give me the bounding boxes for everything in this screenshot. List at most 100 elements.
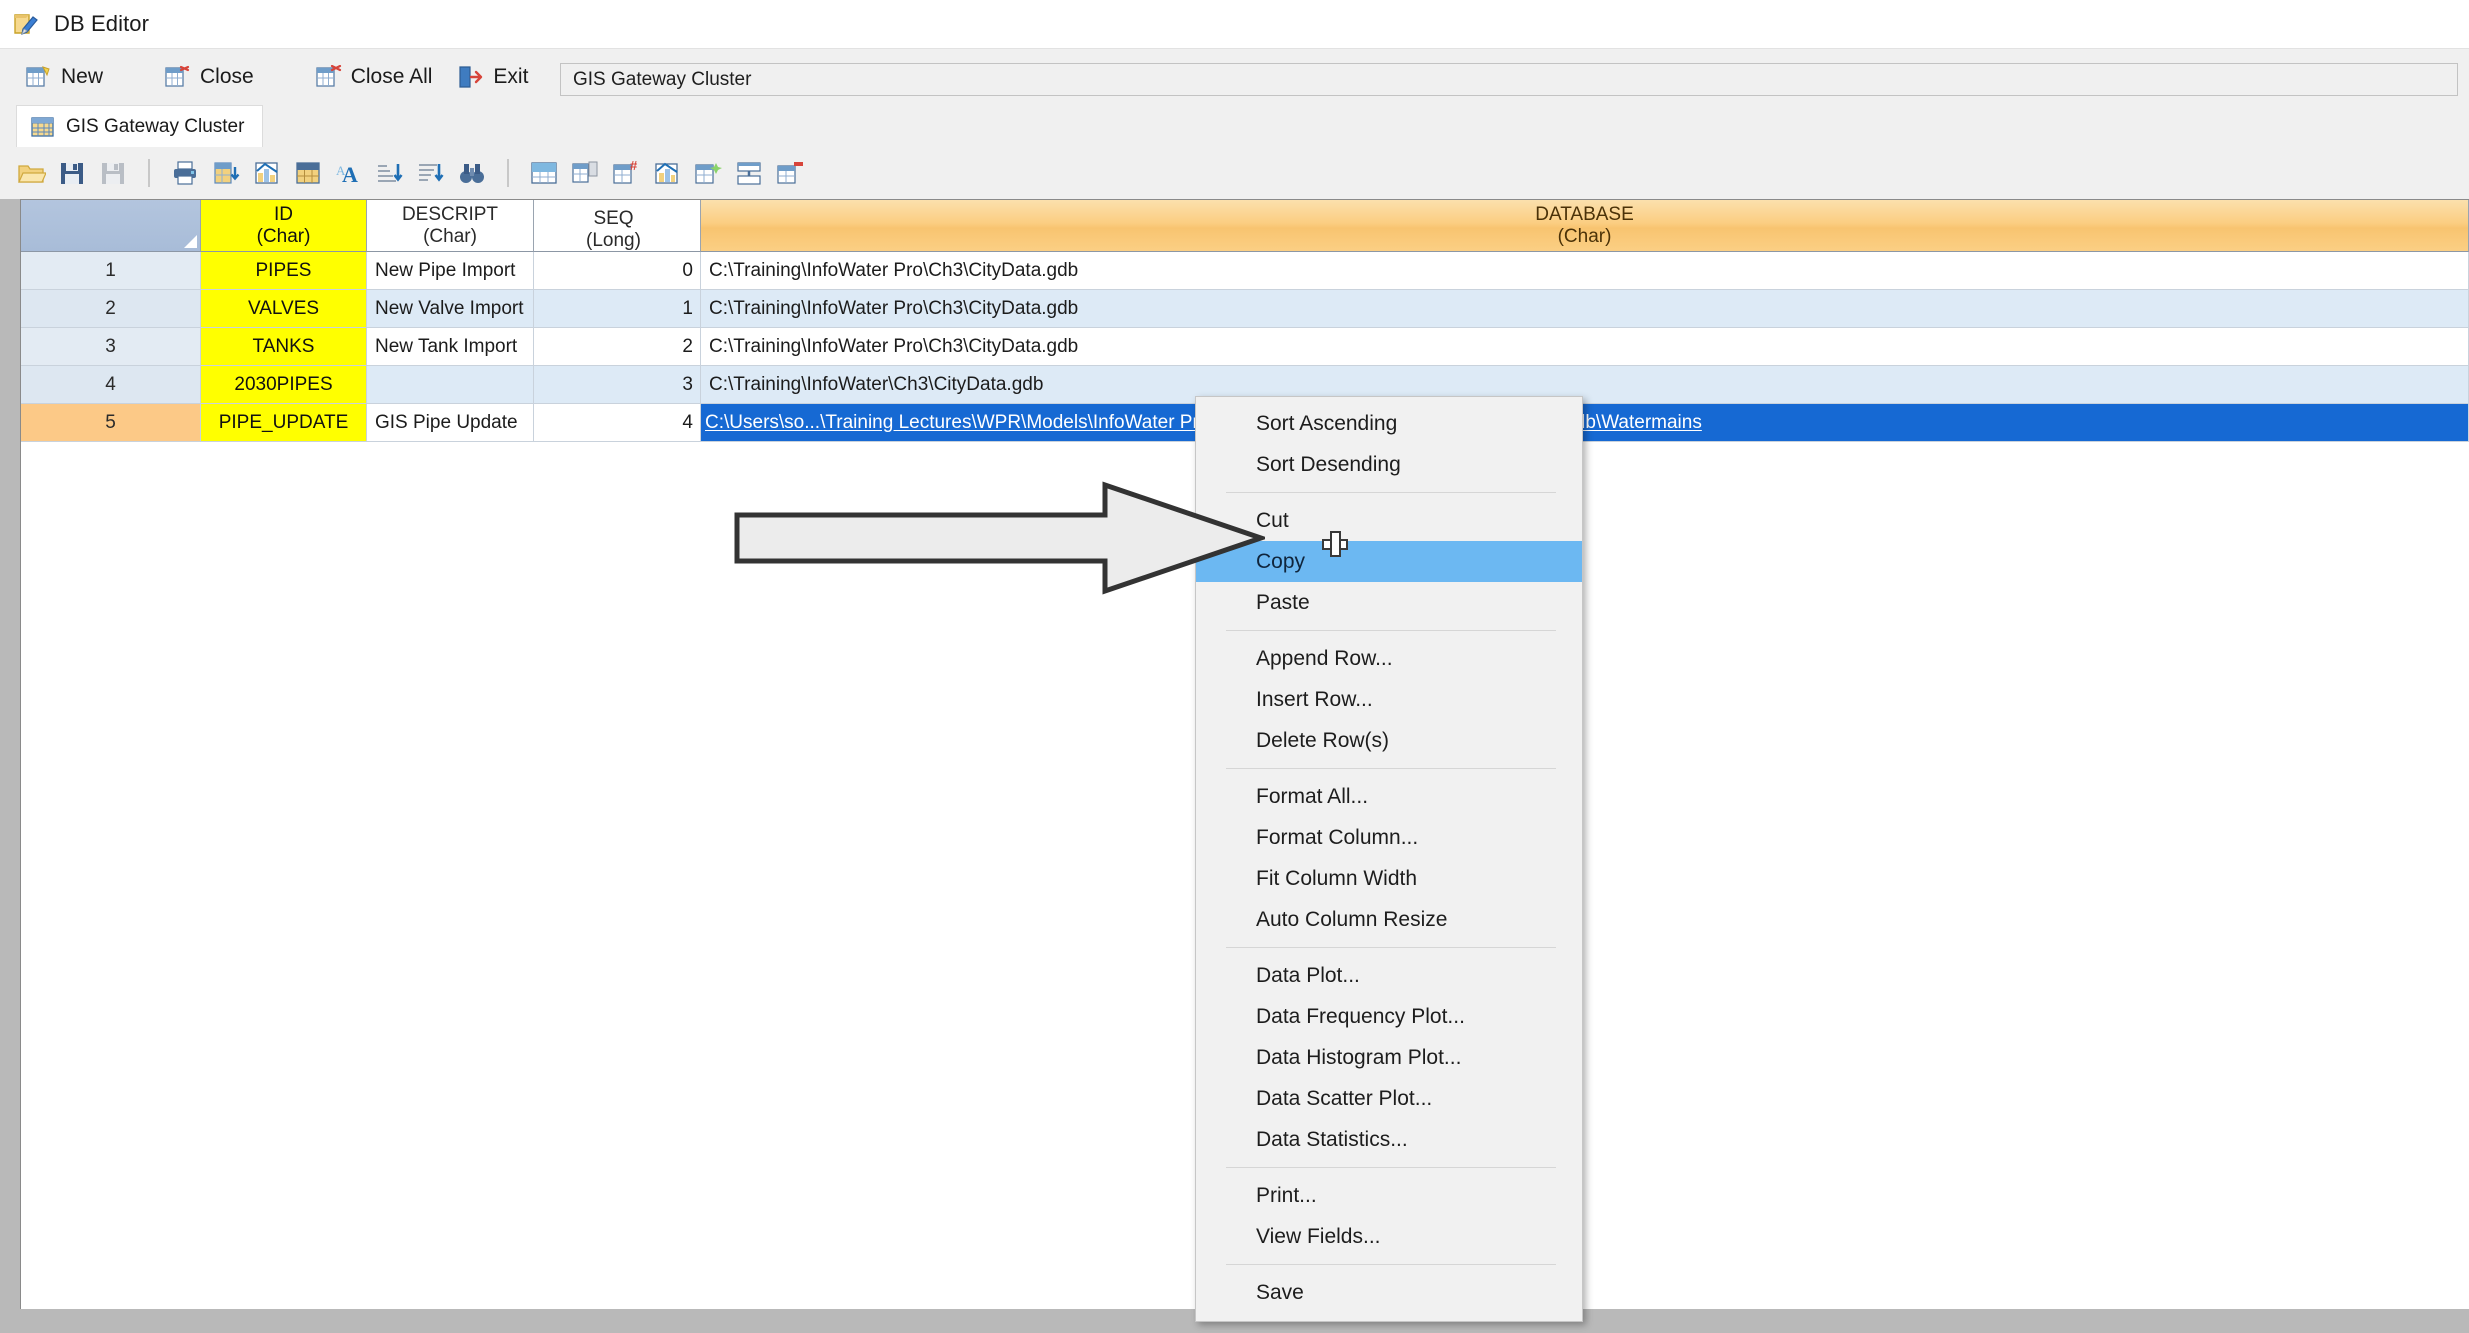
row-index-cell[interactable]: 3	[21, 328, 201, 366]
save-icon[interactable]	[57, 158, 87, 188]
chart-table-icon[interactable]	[652, 158, 682, 188]
tab-gis-gateway-cluster[interactable]: GIS Gateway Cluster	[16, 105, 264, 147]
column-header-id-type: (Char)	[256, 225, 311, 247]
cell-id[interactable]: PIPE_UPDATE	[201, 404, 367, 442]
print-icon[interactable]	[170, 158, 200, 188]
grid-select-all-corner[interactable]	[21, 200, 201, 252]
menu-item-data-statistics[interactable]: Data Statistics...	[1196, 1119, 1582, 1160]
menu-item-insert-row[interactable]: Insert Row...	[1196, 679, 1582, 720]
cell-database[interactable]: C:\Training\InfoWater\Ch3\CityData.gdb	[701, 366, 2469, 404]
row-index-cell[interactable]: 2	[21, 290, 201, 328]
close-all-button[interactable]: Close All	[306, 57, 443, 97]
cell-id[interactable]: VALVES	[201, 290, 367, 328]
close-button-label: Close	[200, 65, 254, 88]
cell-seq[interactable]: 2	[534, 328, 701, 366]
cell-descript[interactable]: GIS Pipe Update	[367, 404, 534, 442]
menu-separator	[1226, 947, 1556, 948]
import-table-icon[interactable]	[211, 158, 241, 188]
menu-item-append-row[interactable]: Append Row...	[1196, 638, 1582, 679]
export-chart-icon[interactable]	[252, 158, 282, 188]
exit-button-label: Exit	[493, 65, 529, 88]
grid-header-row: ID (Char) DESCRIPT (Char) SEQ (Long) DAT…	[21, 200, 2469, 252]
column-header-descript-name: DESCRIPT	[401, 204, 499, 226]
column-header-seq-name: SEQ	[593, 208, 634, 230]
cell-database[interactable]: C:\Training\InfoWater Pro\Ch3\CityData.g…	[701, 252, 2469, 290]
menu-item-save[interactable]: Save	[1196, 1272, 1582, 1313]
font-format-icon[interactable]: A A	[334, 158, 364, 188]
row-index-cell[interactable]: 5	[21, 404, 201, 442]
cell-database-selected[interactable]: C:\Users\so...\Training Lectures\WPR\Mod…	[701, 404, 2469, 442]
menu-item-format-all[interactable]: Format All...	[1196, 776, 1582, 817]
new-button-label: New	[61, 65, 104, 88]
cell-descript[interactable]: New Valve Import	[367, 290, 534, 328]
edit-pencil-notepad-icon	[12, 10, 40, 38]
row-index-cell[interactable]: 1	[21, 252, 201, 290]
menu-item-data-frequency-plot[interactable]: Data Frequency Plot...	[1196, 996, 1582, 1037]
menu-item-format-column[interactable]: Format Column...	[1196, 817, 1582, 858]
table-row[interactable]: 1 PIPES New Pipe Import 0 C:\Training\In…	[21, 252, 2469, 290]
column-header-id[interactable]: ID (Char)	[201, 200, 367, 252]
column-header-descript-type: (Char)	[423, 225, 477, 247]
close-all-tables-icon	[316, 64, 342, 89]
column-header-seq-type: (Long)	[586, 229, 641, 251]
menu-item-sort-ascending[interactable]: Sort Ascending	[1196, 403, 1582, 444]
close-table-icon	[165, 65, 191, 89]
cell-seq[interactable]: 4	[534, 404, 701, 442]
table-layout-icon[interactable]	[529, 158, 559, 188]
find-binoculars-icon[interactable]	[457, 158, 487, 188]
cell-seq[interactable]: 3	[534, 366, 701, 404]
exit-button[interactable]: Exit	[448, 57, 538, 97]
table-row[interactable]: 2 VALVES New Valve Import 1 C:\Training\…	[21, 290, 2469, 328]
row-index-cell[interactable]: 4	[21, 366, 201, 404]
cell-seq[interactable]: 0	[534, 252, 701, 290]
close-button[interactable]: Close	[155, 57, 264, 97]
open-folder-icon[interactable]	[16, 158, 47, 188]
sort-ascending-icon[interactable]	[375, 158, 405, 188]
tab-strip: GIS Gateway Cluster	[0, 105, 2469, 147]
annotation-arrow	[733, 478, 1269, 598]
new-table-icon	[26, 65, 52, 89]
menu-item-data-scatter-plot[interactable]: Data Scatter Plot...	[1196, 1078, 1582, 1119]
merge-table-icon[interactable]	[734, 158, 764, 188]
menu-item-data-histogram-plot[interactable]: Data Histogram Plot...	[1196, 1037, 1582, 1078]
column-header-seq[interactable]: SEQ (Long)	[534, 200, 701, 252]
new-record-icon[interactable]: #	[611, 158, 641, 188]
menu-separator	[1226, 768, 1556, 769]
column-header-database-type: (Char)	[1557, 225, 1612, 247]
database-table-icon[interactable]	[293, 158, 323, 188]
cell-descript[interactable]: New Tank Import	[367, 328, 534, 366]
grid-table-icon	[31, 116, 55, 138]
table-row[interactable]: 3 TANKS New Tank Import 2 C:\Training\In…	[21, 328, 2469, 366]
sort-descending-icon[interactable]	[416, 158, 446, 188]
cell-seq[interactable]: 1	[534, 290, 701, 328]
cell-database[interactable]: C:\Training\InfoWater Pro\Ch3\CityData.g…	[701, 328, 2469, 366]
menu-item-data-plot[interactable]: Data Plot...	[1196, 955, 1582, 996]
grid-toolbar: A A #	[0, 147, 2469, 199]
menu-item-auto-column-resize[interactable]: Auto Column Resize	[1196, 899, 1582, 940]
menu-item-delete-rows[interactable]: Delete Row(s)	[1196, 720, 1582, 761]
column-header-descript[interactable]: DESCRIPT (Char)	[367, 200, 534, 252]
cell-descript[interactable]: New Pipe Import	[367, 252, 534, 290]
column-header-database[interactable]: DATABASE (Char)	[701, 200, 2469, 252]
window-title: DB Editor	[54, 11, 150, 36]
menu-item-print[interactable]: Print...	[1196, 1175, 1582, 1216]
cell-id[interactable]: PIPES	[201, 252, 367, 290]
exit-door-icon	[458, 65, 484, 89]
save-as-icon[interactable]	[98, 158, 128, 188]
cell-database[interactable]: C:\Training\InfoWater Pro\Ch3\CityData.g…	[701, 290, 2469, 328]
window-title-bar: DB Editor	[0, 0, 2469, 48]
cell-id[interactable]: TANKS	[201, 328, 367, 366]
cell-descript[interactable]	[367, 366, 534, 404]
menu-item-view-fields[interactable]: View Fields...	[1196, 1216, 1582, 1257]
move-cross-cursor	[1322, 531, 1348, 557]
menu-separator	[1226, 1167, 1556, 1168]
menu-separator	[1226, 630, 1556, 631]
refresh-table-icon[interactable]	[693, 158, 723, 188]
menu-item-fit-column-width[interactable]: Fit Column Width	[1196, 858, 1582, 899]
cluster-name-field[interactable]: GIS Gateway Cluster	[560, 63, 2458, 96]
cell-id[interactable]: 2030PIPES	[201, 366, 367, 404]
copy-table-icon[interactable]	[570, 158, 600, 188]
new-button[interactable]: New	[16, 57, 113, 97]
close-all-button-label: Close All	[350, 65, 433, 88]
delete-table-icon[interactable]	[775, 158, 805, 188]
